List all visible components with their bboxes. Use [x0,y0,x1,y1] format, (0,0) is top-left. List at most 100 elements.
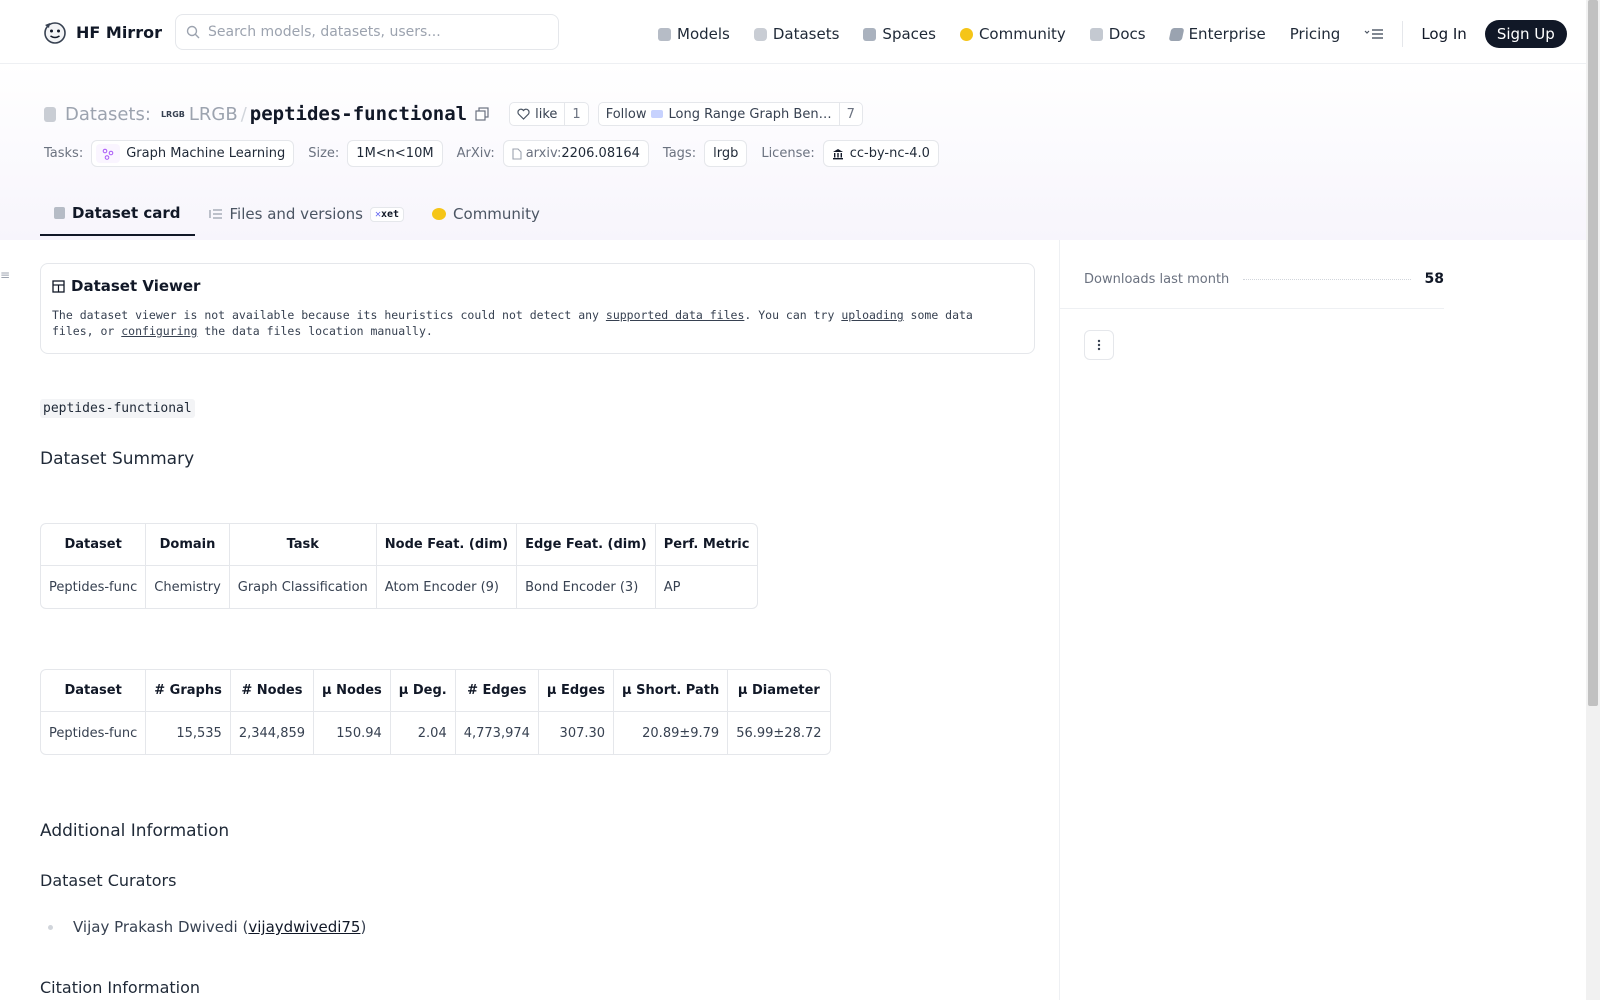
th: µ Short. Path [614,670,729,712]
arxiv-id: 2206.08164 [561,146,640,161]
curator-handle-link[interactable]: vijaydwivedi75 [248,918,360,936]
additional-info-heading: Additional Information [40,821,230,841]
nav-pricing[interactable]: Pricing [1290,25,1341,43]
th: µ Edges [538,670,615,712]
td: 56.99±28.72 [736,725,822,741]
table-icon [52,279,65,293]
xet-label: xet [380,208,400,220]
th: Edge Feat. (dim) [517,524,656,566]
curator-name: Vijay Prakash Dwivedi ( [73,918,249,936]
summary-table-header: Dataset Domain Task Node Feat. (dim) Edg… [41,524,758,566]
td: Peptides-func [41,566,147,608]
nav-enterprise[interactable]: Enterprise [1168,25,1266,43]
kebab-icon [1097,339,1101,351]
downloads-leader [1243,278,1411,280]
nav-spaces[interactable]: Spaces [863,25,936,43]
td: Atom Encoder (9) [377,566,518,608]
like-seg: like [510,103,564,125]
downloads-row: Downloads last month 58 [1084,264,1444,294]
repo-name[interactable]: peptides-functional [250,103,467,125]
bank-icon [832,148,843,159]
nav-links: Models Datasets Spaces Community Docs En… [658,20,1567,48]
tab-files-label: Files and versions [229,205,363,223]
citation-heading: Citation Information [40,978,201,997]
configuring-link[interactable]: configuring [121,324,197,338]
org-link[interactable]: LRGB [189,104,238,125]
license-tag[interactable]: cc-by-nc-4.0 [822,140,939,167]
lrgb-tag[interactable]: lrgb [704,140,748,167]
th: Domain [146,524,230,566]
repo-meta-row: Tasks: Graph Machine Learning Size: 1M<n… [44,140,953,167]
follow-seg: Follow Long Range Graph Ben… [599,103,839,125]
size-tag[interactable]: 1M<n<10M [347,140,443,167]
more-options-button[interactable] [1084,330,1114,360]
page-scrollbar-thumb[interactable] [1588,0,1598,706]
summary-heading: Dataset Summary [40,449,195,469]
heart-icon [517,108,530,120]
td: 2,344,859 [231,712,315,754]
nav-docs[interactable]: Docs [1089,25,1146,43]
sidebar-divider [1059,240,1060,1000]
like-button[interactable]: like 1 [509,102,589,126]
nav-community[interactable]: Community [959,25,1066,43]
arxiv-tag[interactable]: arxiv: 2206.08164 [502,140,649,167]
td: 2.04 [391,712,456,754]
follow-label: Follow [605,106,647,122]
td: Chemistry [146,566,230,608]
list-bullet [48,924,53,930]
viewer-text-2: . You can try [744,308,842,322]
more-menu-button[interactable] [1364,28,1384,40]
dataset-viewer-title-text: Dataset Viewer [71,277,201,295]
follow-count: 7 [838,103,862,125]
td: Peptides-func [41,712,147,754]
uploading-link[interactable]: uploading [841,308,903,322]
nav-datasets-label: Datasets [772,25,840,43]
login-link[interactable]: Log In [1421,25,1467,43]
card-code-name: peptides-functional [40,399,195,418]
supported-data-files-link[interactable]: supported data files [606,308,744,322]
td: 20.89±9.79 [614,712,729,754]
license-value: cc-by-nc-4.0 [849,146,930,161]
search-box[interactable] [175,14,559,50]
tab-dataset-card-label: Dataset card [72,204,181,222]
top-nav: HF Mirror Models Datasets Spaces Communi… [0,0,1586,64]
arxiv-label: ArXiv: [456,146,495,161]
tab-community[interactable]: Community [418,192,554,236]
nav-pricing-label: Pricing [1289,25,1341,43]
td: Bond Encoder (3) [517,566,656,608]
tab-community-label: Community [453,205,540,223]
th: µ Diameter [728,670,830,712]
copy-icon[interactable] [475,107,489,121]
curator-list-item: Vijay Prakash Dwivedi (vijaydwivedi75) [48,918,366,936]
path-separator: / [240,103,247,125]
dataset-card-icon [54,207,65,219]
tab-dataset-card[interactable]: Dataset card [40,192,195,236]
spaces-icon [863,27,877,41]
files-icon [208,209,222,219]
docs-icon [1089,27,1103,41]
nav-divider [1402,21,1404,47]
brand-logo[interactable]: HF Mirror [42,19,162,45]
td: 4,773,974 [456,712,539,754]
downloads-label: Downloads last month [1084,271,1230,287]
tab-files-and-versions[interactable]: Files and versions ✕xet [195,192,419,236]
nav-models[interactable]: Models [658,25,730,43]
th: # Edges [455,670,539,712]
dataset-viewer-box: Dataset Viewer The dataset viewer is not… [40,263,1035,354]
license-label: License: [761,146,815,161]
curators-heading: Dataset Curators [40,871,177,890]
th: Dataset [41,524,147,566]
th: µ Nodes [314,670,391,712]
search-input[interactable] [208,24,538,40]
th: # Nodes [230,670,315,712]
follow-button[interactable]: Follow Long Range Graph Ben… 7 [597,102,863,126]
nav-datasets[interactable]: Datasets [753,25,840,43]
menu-icon [1364,29,1384,39]
dataset-viewer-title: Dataset Viewer [52,277,1023,295]
nav-enterprise-label: Enterprise [1188,25,1266,43]
task-tag[interactable]: Graph Machine Learning [91,140,295,167]
toc-toggle-icon[interactable]: ≡ [0,268,10,282]
signup-button[interactable]: Sign Up [1484,20,1567,48]
repo-kind[interactable]: Datasets: [65,104,151,125]
td: Graph Classification [230,566,377,608]
